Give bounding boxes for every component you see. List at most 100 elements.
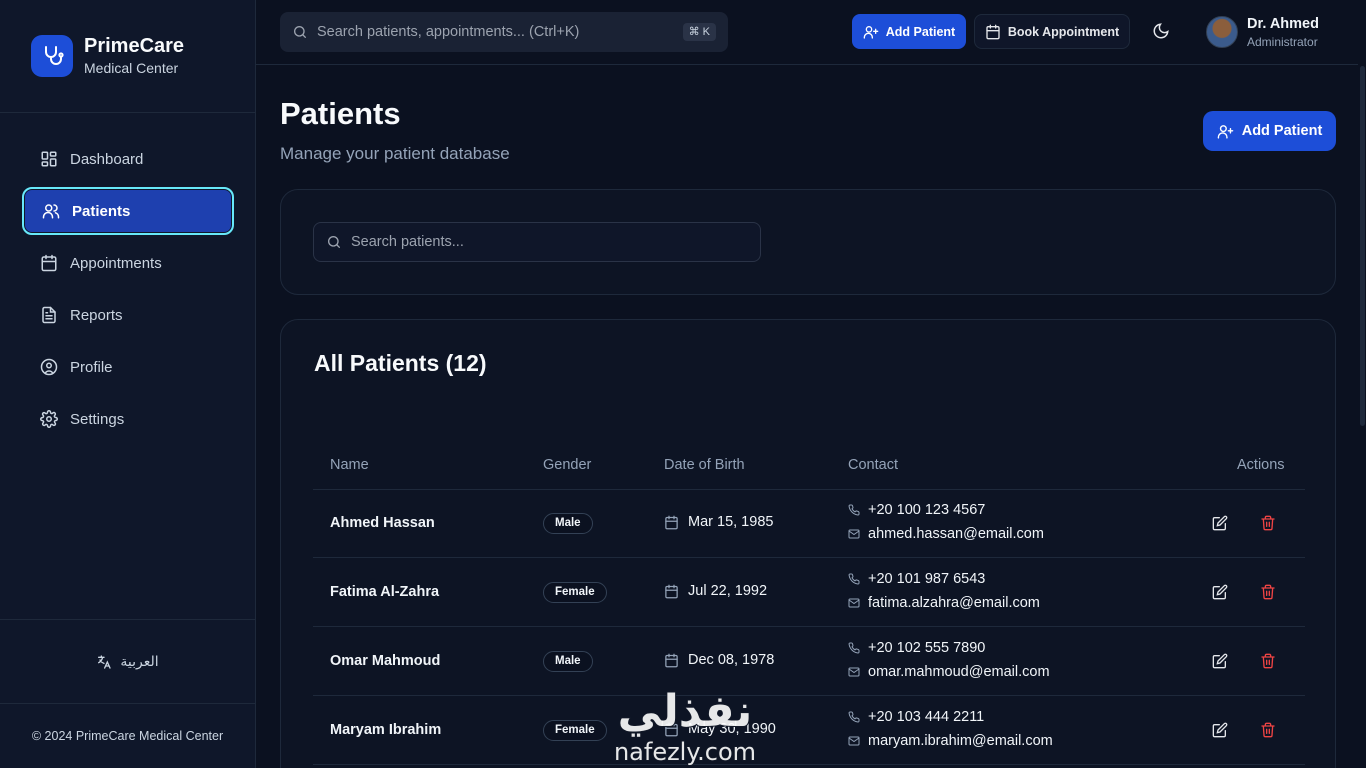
file-text-icon — [40, 306, 58, 324]
sidebar: PrimeCare Medical Center Dashboard Patie… — [0, 0, 256, 768]
contact-phone: +20 100 123 4567 — [848, 502, 985, 518]
brand-subtitle: Medical Center — [84, 60, 179, 76]
phone-value: +20 102 555 7890 — [868, 640, 986, 656]
dashboard-icon — [40, 150, 58, 168]
sidebar-item-label: Profile — [70, 358, 113, 376]
edit-icon[interactable] — [1212, 722, 1228, 738]
trash-icon[interactable] — [1260, 722, 1276, 738]
gear-icon — [40, 410, 58, 428]
table-row: Omar Mahmoud Male Dec 08, 1978 +20 102 5… — [313, 627, 1305, 696]
calendar-icon — [664, 653, 679, 668]
global-search-placeholder: Search patients, appointments... (Ctrl+K… — [317, 24, 580, 40]
shortcut-hint: ⌘ K — [682, 23, 716, 41]
sidebar-item-settings[interactable]: Settings — [22, 395, 234, 443]
gender-badge: Female — [543, 720, 607, 741]
sidebar-item-label: Patients — [72, 202, 131, 220]
moon-icon[interactable] — [1152, 22, 1170, 40]
sidebar-item-label: Settings — [70, 410, 125, 428]
gender-badge: Female — [543, 582, 607, 603]
edit-icon[interactable] — [1212, 653, 1228, 669]
language-label: العربية — [120, 653, 159, 669]
calendar-icon — [985, 24, 1001, 40]
calendar-icon — [40, 254, 58, 272]
contact-email: maryam.ibrahim@email.com — [848, 733, 1053, 749]
table-row: Maryam Ibrahim Female May 30, 1990 +20 1… — [313, 696, 1305, 765]
email-value: ahmed.hassan@email.com — [868, 526, 1044, 542]
date-of-birth: Mar 15, 1985 — [664, 514, 773, 530]
edit-icon[interactable] — [1212, 515, 1228, 531]
mail-icon — [848, 735, 860, 747]
sidebar-item-reports[interactable]: Reports — [22, 291, 234, 339]
gender-badge: Male — [543, 513, 593, 534]
mail-icon — [848, 666, 860, 678]
column-header-actions: Actions — [1237, 457, 1285, 473]
patient-search-input[interactable]: Search patients... — [313, 222, 761, 262]
dob-value: May 30, 1990 — [688, 721, 776, 737]
calendar-icon — [664, 584, 679, 599]
user-plus-icon — [863, 24, 879, 40]
language-switch[interactable]: العربية — [0, 619, 255, 704]
column-header-contact: Contact — [848, 457, 898, 473]
topbar: Search patients, appointments... (Ctrl+K… — [256, 0, 1360, 65]
brand-name: PrimeCare — [84, 35, 185, 57]
patient-name[interactable]: Omar Mahmoud — [330, 653, 440, 669]
calendar-icon — [664, 515, 679, 530]
table-row: Fatima Al-Zahra Female Jul 22, 1992 +20 … — [313, 558, 1305, 627]
sidebar-item-appointments[interactable]: Appointments — [22, 239, 234, 287]
email-value: maryam.ibrahim@email.com — [868, 733, 1053, 749]
search-icon — [292, 24, 308, 40]
sidebar-item-patients[interactable]: Patients — [22, 187, 234, 235]
search-card: Search patients... — [280, 189, 1336, 295]
add-patient-main-button[interactable]: Add Patient — [1203, 111, 1336, 151]
mail-icon — [848, 528, 860, 540]
sidebar-item-dashboard[interactable]: Dashboard — [22, 135, 234, 183]
sidebar-item-label: Dashboard — [70, 150, 144, 168]
trash-icon[interactable] — [1260, 515, 1276, 531]
column-header-dob: Date of Birth — [664, 457, 745, 473]
phone-value: +20 101 987 6543 — [868, 571, 986, 587]
dob-value: Dec 08, 1978 — [688, 652, 775, 668]
stethoscope-icon — [31, 35, 73, 77]
gender-badge: Male — [543, 651, 593, 672]
contact-email: fatima.alzahra@email.com — [848, 595, 1040, 611]
search-icon — [326, 234, 342, 250]
scrollbar-thumb[interactable] — [1360, 66, 1365, 426]
table-title: All Patients (12) — [314, 350, 487, 376]
book-appointment-button[interactable]: Book Appointment — [974, 14, 1130, 49]
phone-icon — [848, 711, 860, 723]
global-search-input[interactable]: Search patients, appointments... (Ctrl+K… — [280, 12, 728, 52]
avatar[interactable] — [1206, 16, 1238, 48]
patient-name[interactable]: Maryam Ibrahim — [330, 722, 441, 738]
phone-icon — [848, 642, 860, 654]
trash-icon[interactable] — [1260, 653, 1276, 669]
contact-phone: +20 101 987 6543 — [848, 571, 985, 587]
column-header-gender: Gender — [543, 457, 592, 473]
edit-icon[interactable] — [1212, 584, 1228, 600]
contact-phone: +20 102 555 7890 — [848, 640, 985, 656]
add-patient-main-label: Add Patient — [1241, 123, 1323, 139]
email-value: fatima.alzahra@email.com — [868, 595, 1040, 611]
phone-value: +20 100 123 4567 — [868, 502, 986, 518]
add-patient-label: Add Patient — [885, 24, 956, 39]
brand: PrimeCare Medical Center — [0, 0, 255, 113]
sidebar-item-profile[interactable]: Profile — [22, 343, 234, 391]
contact-email: omar.mahmoud@email.com — [848, 664, 1050, 680]
sidebar-item-label: Appointments — [70, 254, 162, 272]
table-row: Ahmed Hassan Male Mar 15, 1985 +20 100 1… — [313, 489, 1305, 558]
user-name: Dr. Ahmed — [1247, 16, 1319, 32]
calendar-icon — [664, 722, 679, 737]
user-circle-icon — [40, 358, 58, 376]
add-patient-button[interactable]: Add Patient — [852, 14, 966, 49]
user-role: Administrator — [1247, 35, 1318, 49]
page-subtitle: Manage your patient database — [280, 144, 510, 163]
translate-icon — [96, 654, 112, 670]
patient-name[interactable]: Fatima Al-Zahra — [330, 584, 439, 600]
column-header-name: Name — [330, 457, 369, 473]
sidebar-item-label: Reports — [70, 306, 123, 324]
phone-value: +20 103 444 2211 — [868, 709, 985, 725]
patients-table-card: All Patients (12) Name Gender Date of Bi… — [280, 319, 1336, 768]
patient-name[interactable]: Ahmed Hassan — [330, 515, 435, 531]
phone-icon — [848, 504, 860, 516]
copyright: © 2024 PrimeCare Medical Center — [31, 729, 224, 743]
trash-icon[interactable] — [1260, 584, 1276, 600]
